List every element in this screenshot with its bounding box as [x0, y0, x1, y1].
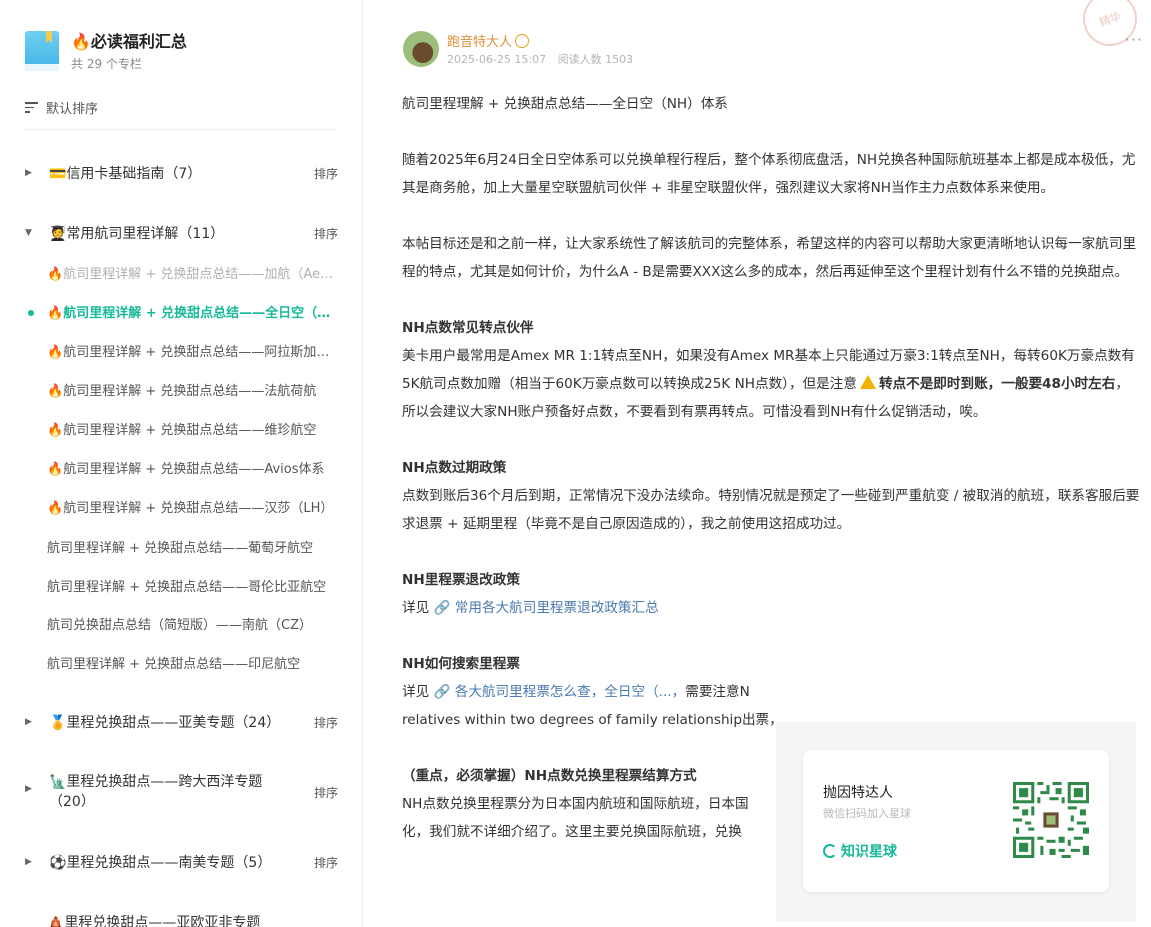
- sidebar-item-label: 航司里程详解 + 兑换甜点总结——维珍航空: [63, 423, 317, 438]
- sidebar-item-label: 航司里程详解 + 兑换甜点总结——法航荷航: [63, 384, 317, 399]
- sidebar-item-label: 航司里程详解 + 兑换甜点总结——全日空（NH）体系: [63, 306, 337, 321]
- sort-icon: [25, 102, 38, 113]
- qr-code-icon: [1013, 782, 1089, 858]
- post-title-line: 航司里程理解 + 兑换甜点总结——全日空（NH）体系: [402, 96, 728, 112]
- sidebar-item-active[interactable]: 🔥航司里程详解 + 兑换甜点总结——全日空（NH）体系: [47, 302, 337, 321]
- post-meta: 2025-06-25 15:07 阅读人数 1503: [447, 51, 641, 67]
- planet-name: 抛因特达人: [823, 785, 893, 801]
- caret-right-icon: ▶: [25, 857, 32, 867]
- book-icon: [25, 31, 59, 71]
- sidebar-item-label: 航司里程详解 + 兑换甜点总结——加航（Aeroplan）: [63, 267, 337, 282]
- sidebar-item-label: 航司兑换甜点总结（简短版）——南航（CZ）: [47, 618, 312, 633]
- group-name: 🧑‍🎓常用航司里程详解（11）: [49, 226, 225, 242]
- warning-icon: [859, 375, 876, 389]
- fire-icon: 🔥: [71, 32, 91, 51]
- qr-hint: 微信扫码加入星球: [823, 807, 911, 820]
- sidebar-item[interactable]: 🔥航司里程详解 + 兑换甜点总结——加航（Aeroplan）: [47, 263, 337, 282]
- column-header: 🔥必读福利汇总 共 29 个专栏: [25, 31, 187, 72]
- group-name-line1: 🗽里程兑换甜点——跨大西洋专题: [49, 774, 263, 790]
- paragraph-text: relatives within two degrees of family r…: [402, 712, 783, 728]
- active-dot: [28, 310, 34, 316]
- sidebar-item-label: 航司里程详解 + 兑换甜点总结——Avios体系: [63, 462, 325, 477]
- group-name: 💳信用卡基础指南（7）: [49, 166, 202, 182]
- group-name-line2: （20）: [49, 794, 95, 810]
- default-sort-button[interactable]: 默认排序: [25, 98, 98, 117]
- sidebar-item[interactable]: 🔥航司里程详解 + 兑换甜点总结——维珍航空: [47, 419, 337, 438]
- refund-policy-link[interactable]: 🔗 常用各大航司里程票退改政策汇总: [434, 600, 659, 616]
- avatar[interactable]: [403, 31, 439, 67]
- group-name: 🗽里程兑换甜点——跨大西洋专题 （20）: [49, 772, 314, 812]
- sidebar-item[interactable]: 航司里程详解 + 兑换甜点总结——印尼航空: [47, 653, 337, 672]
- planet-qr-card[interactable]: 抛因特达人 微信扫码加入星球 知识星球: [803, 750, 1109, 892]
- group-asia-europe-africa[interactable]: 🛕里程兑换甜点——亚欧亚非专题: [47, 912, 360, 927]
- author-name[interactable]: 跑音特大人: [447, 31, 530, 50]
- paragraph-text: 化，我们就不详细介绍了。这里主要兑换国际航班，兑换: [402, 824, 742, 840]
- caret-right-icon: ▶: [25, 717, 32, 727]
- column-count: 共 29 个专栏: [71, 57, 142, 71]
- sidebar-item[interactable]: 航司里程详解 + 兑换甜点总结——葡萄牙航空: [47, 537, 337, 556]
- section-heading: NH里程票退改政策: [402, 572, 520, 588]
- more-options-icon[interactable]: ···: [1125, 30, 1143, 49]
- column-title: 🔥必读福利汇总: [71, 31, 187, 53]
- paragraph-text: 需要注意N: [685, 684, 750, 700]
- post-date: 2025-06-25 15:07: [447, 53, 547, 66]
- caret-right-icon: ▶: [25, 168, 32, 178]
- sort-label: 默认排序: [46, 102, 99, 117]
- divider: [25, 129, 337, 130]
- paragraph-bold: 转点不是即时到账，一般要48小时左右: [878, 376, 1116, 392]
- group-asia-america[interactable]: ▶ 🏅里程兑换甜点——亚美专题（24） 排序: [25, 712, 338, 732]
- group-transatlantic[interactable]: ▶ 🗽里程兑换甜点——跨大西洋专题 （20） 排序: [25, 772, 338, 812]
- sidebar-item[interactable]: 🔥航司里程详解 + 兑换甜点总结——阿拉斯加航空: [47, 341, 337, 360]
- sidebar-item-label: 航司里程详解 + 兑换甜点总结——哥伦比亚航空: [47, 580, 327, 595]
- zsxq-logo-icon: [823, 844, 837, 858]
- paragraph: 美卡用户最常用是Amex MR 1:1转点至NH，如果没有Amex MR基本上只…: [402, 342, 1140, 426]
- group-sort-button[interactable]: 排序: [314, 784, 338, 801]
- paragraph-text: 详见: [402, 684, 430, 700]
- sidebar-item[interactable]: 航司兑换甜点总结（简短版）——南航（CZ）: [47, 614, 337, 633]
- section-heading: NH如何搜索里程票: [402, 656, 520, 672]
- group-sort-button[interactable]: 排序: [314, 714, 338, 731]
- paragraph: 本帖目标还是和之前一样，让大家系统性了解该航司的完整体系，希望这样的内容可以帮助…: [402, 236, 1137, 280]
- group-name: 🏅里程兑换甜点——亚美专题（24）: [49, 715, 281, 731]
- sidebar-item-label: 航司里程详解 + 兑换甜点总结——汉莎（LH）: [63, 501, 334, 516]
- group-sort-button[interactable]: 排序: [314, 165, 338, 182]
- sidebar-item-label: 航司里程详解 + 兑换甜点总结——阿拉斯加航空: [63, 345, 337, 360]
- caret-right-icon: ▶: [25, 784, 32, 794]
- caret-down-icon: ▼: [25, 228, 32, 238]
- group-name: 🛕里程兑换甜点——亚欧亚非专题: [47, 915, 261, 927]
- column-sidebar: 🔥必读福利汇总 共 29 个专栏 默认排序 ▶ 💳信用卡基础指南（7） 排序 ▼…: [0, 0, 363, 927]
- smile-emoji-icon: [515, 33, 530, 48]
- paragraph: 详见 🔗 常用各大航司里程票退改政策汇总: [402, 594, 1140, 622]
- sidebar-item[interactable]: 🔥航司里程详解 + 兑换甜点总结——汉莎（LH）: [47, 497, 337, 516]
- section-heading: NH点数常见转点伙伴: [402, 320, 534, 336]
- section-heading: NH点数过期政策: [402, 460, 507, 476]
- sidebar-item[interactable]: 🔥航司里程详解 + 兑换甜点总结——Avios体系: [47, 458, 337, 477]
- author-name-text: 跑音特大人: [447, 35, 513, 50]
- paragraph-text: NH点数兑换里程票分为日本国内航班和国际航班，日本国: [402, 796, 749, 812]
- group-name: ⚽里程兑换甜点——南美专题（5）: [49, 855, 272, 871]
- paragraph: 随着2025年6月24日全日空体系可以兑换单程行程后，整个体系彻底盘活，NH兑换…: [402, 152, 1136, 196]
- zsxq-logo: 知识星球: [823, 841, 897, 861]
- group-sort-button[interactable]: 排序: [314, 854, 338, 871]
- paragraph: 点数到账后36个月后到期，正常情况下没办法续命。特别情况就是预定了一些碰到严重航…: [402, 488, 1140, 532]
- group-sort-button[interactable]: 排序: [314, 225, 338, 242]
- group-airline-miles[interactable]: ▼ 🧑‍🎓常用航司里程详解（11） 排序: [25, 223, 338, 243]
- post-reads: 阅读人数 1503: [557, 53, 634, 66]
- column-title-text: 必读福利汇总: [90, 32, 187, 51]
- sidebar-item[interactable]: 🔥航司里程详解 + 兑换甜点总结——法航荷航: [47, 380, 337, 399]
- sidebar-item-label: 航司里程详解 + 兑换甜点总结——印尼航空: [47, 657, 301, 672]
- group-south-america[interactable]: ▶ ⚽里程兑换甜点——南美专题（5） 排序: [25, 852, 338, 872]
- brand-name: 知识星球: [841, 844, 897, 860]
- sidebar-item[interactable]: 航司里程详解 + 兑换甜点总结——哥伦比亚航空: [47, 576, 337, 595]
- sidebar-item-label: 航司里程详解 + 兑换甜点总结——葡萄牙航空: [47, 541, 314, 556]
- group-credit-card[interactable]: ▶ 💳信用卡基础指南（7） 排序: [25, 163, 338, 183]
- paragraph-text: 详见: [402, 600, 430, 616]
- search-guide-link[interactable]: 🔗 各大航司里程票怎么查，全日空（...，: [434, 684, 686, 700]
